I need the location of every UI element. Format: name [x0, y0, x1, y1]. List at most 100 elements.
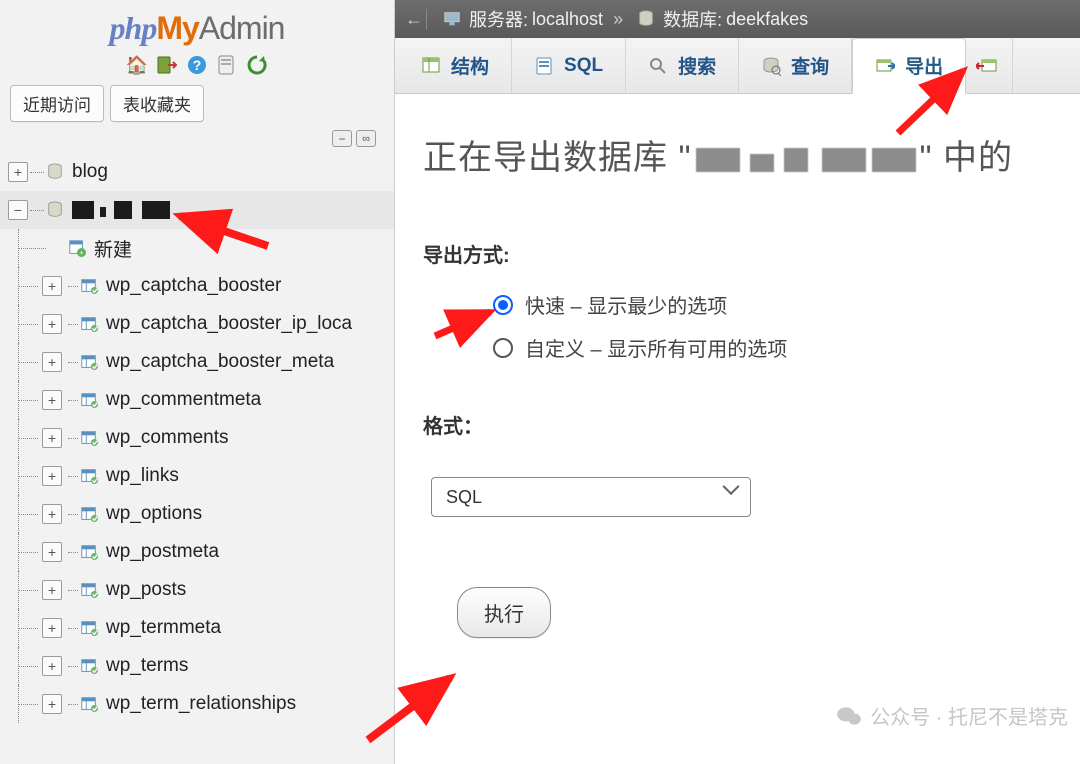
bc-sep: »	[613, 9, 623, 30]
execute-button[interactable]: 执行	[457, 587, 551, 638]
table-row[interactable]: +wp_termmeta	[0, 609, 394, 647]
table-label: wp_commentmeta	[106, 389, 261, 411]
tab-structure[interactable]: 结构	[399, 38, 512, 93]
watermark: 公众号 · 托尼不是塔克	[836, 701, 1068, 730]
h1-dbname-redacted	[696, 144, 916, 176]
logo-my: My	[156, 10, 198, 46]
sidebar: phpMyAdmin 🏠 ? 近期访问 表收藏夹 − ∞	[0, 0, 395, 764]
import-icon	[976, 56, 1002, 76]
server-icon	[443, 10, 461, 28]
refresh-icon[interactable]	[245, 53, 269, 77]
expand-icon[interactable]: +	[42, 580, 62, 600]
h1-suffix: " 中的	[920, 139, 1014, 177]
expand-icon[interactable]: +	[42, 504, 62, 524]
new-label: 新建	[94, 235, 132, 262]
radio-quick[interactable]	[493, 295, 513, 315]
table-label: wp_terms	[106, 655, 188, 677]
expand-icon[interactable]: +	[42, 390, 62, 410]
table-row[interactable]: + wp_posts	[0, 571, 394, 609]
table-row[interactable]: + wp_commentmeta	[0, 381, 394, 419]
tab-label: 结构	[451, 52, 489, 79]
expand-icon[interactable]: +	[42, 694, 62, 714]
svg-text:?: ?	[193, 57, 202, 73]
back-icon[interactable]: ←	[405, 9, 427, 30]
db-node-selected[interactable]: −	[0, 191, 394, 229]
tab-label: 搜索	[678, 52, 716, 79]
db-label: blog	[72, 161, 108, 183]
home-icon[interactable]: 🏠	[125, 53, 149, 77]
expand-icon[interactable]: +	[42, 618, 62, 638]
table-label: wp_captcha_booster_ip_loca	[106, 313, 352, 335]
main-panel: ← 服务器: localhost » 数据库: deekfakes 结构	[395, 0, 1080, 764]
database-icon	[46, 201, 64, 219]
table-label: wp_captcha_booster	[106, 275, 281, 297]
expand-icon[interactable]: +	[8, 162, 28, 182]
table-row[interactable]: + wp_postmeta	[0, 533, 394, 571]
radio-quick-label[interactable]: 快速 – 显示最少的选项	[525, 290, 727, 319]
tab-recent[interactable]: 近期访问	[10, 85, 104, 122]
page-title: 正在导出数据库 " " 中的	[423, 130, 1052, 179]
bc-server-label: 服务器:	[469, 6, 528, 32]
table-label: wp_postmeta	[106, 541, 219, 563]
query-icon	[761, 56, 781, 76]
expand-icon[interactable]: +	[42, 656, 62, 676]
expand-icon[interactable]: +	[42, 466, 62, 486]
table-row[interactable]: +wp_options	[0, 495, 394, 533]
table-row[interactable]: +wp_term_relationships	[0, 685, 394, 723]
table-label: wp_posts	[106, 579, 186, 601]
table-icon	[80, 277, 98, 295]
sql-icon	[534, 56, 554, 76]
table-row[interactable]: + wp_captcha_booster_ip_loca	[0, 305, 394, 343]
tab-label: 导出	[905, 52, 943, 79]
tree-new[interactable]: + 新建	[0, 229, 394, 267]
link-icon[interactable]: ∞	[356, 130, 376, 147]
tab-more[interactable]	[966, 38, 1013, 93]
help-icon[interactable]: ?	[185, 53, 209, 77]
tab-sql[interactable]: SQL	[512, 38, 626, 93]
tab-search[interactable]: 搜索	[626, 38, 739, 93]
watermark-text: 公众号 · 托尼不是塔克	[870, 701, 1068, 730]
expand-icon[interactable]: +	[42, 314, 62, 334]
table-row[interactable]: +wp_links	[0, 457, 394, 495]
logo-admin: Admin	[199, 10, 285, 46]
expand-icon[interactable]: +	[42, 352, 62, 372]
radio-custom[interactable]	[493, 338, 513, 358]
database-icon	[637, 10, 655, 28]
h1-prefix: 正在导出数据库 "	[423, 139, 692, 177]
table-icon	[80, 543, 98, 561]
radio-custom-label[interactable]: 自定义 – 显示所有可用的选项	[525, 333, 787, 362]
new-table-icon: +	[68, 239, 86, 257]
format-select[interactable]: SQL	[431, 477, 751, 517]
tab-favorites[interactable]: 表收藏夹	[110, 85, 204, 122]
table-row[interactable]: +wp_captcha_booster_meta	[0, 343, 394, 381]
expand-icon[interactable]: +	[42, 428, 62, 448]
tab-query[interactable]: 查询	[739, 38, 852, 93]
wechat-icon	[836, 705, 862, 727]
expand-icon[interactable]: +	[42, 276, 62, 296]
collapse-icon[interactable]: −	[8, 200, 28, 220]
export-method-title: 导出方式:	[423, 239, 1052, 268]
table-row[interactable]: + wp_captcha_booster	[0, 267, 394, 305]
table-icon	[80, 695, 98, 713]
search-icon	[648, 56, 668, 76]
top-tabs: 结构 SQL 搜索 查询	[395, 38, 1080, 94]
sidebar-toolbar: 🏠 ?	[0, 53, 394, 77]
svg-text:+: +	[79, 248, 83, 257]
table-icon	[80, 353, 98, 371]
structure-icon	[421, 56, 441, 76]
db-node-blog[interactable]: + blog	[0, 153, 394, 191]
database-icon	[46, 163, 64, 181]
format-title: 格式：	[423, 410, 1052, 439]
table-row[interactable]: + wp_terms	[0, 647, 394, 685]
table-icon	[80, 619, 98, 637]
collapse-all-icon[interactable]: −	[332, 130, 352, 147]
sql-icon[interactable]	[215, 53, 239, 77]
tab-export[interactable]: 导出	[852, 38, 966, 94]
table-row[interactable]: +wp_comments	[0, 419, 394, 457]
table-icon	[80, 315, 98, 333]
bc-db-value[interactable]: deekfakes	[726, 9, 808, 30]
expand-icon[interactable]: +	[42, 542, 62, 562]
table-icon	[80, 429, 98, 447]
bc-server-value[interactable]: localhost	[532, 9, 603, 30]
logout-icon[interactable]	[155, 53, 179, 77]
